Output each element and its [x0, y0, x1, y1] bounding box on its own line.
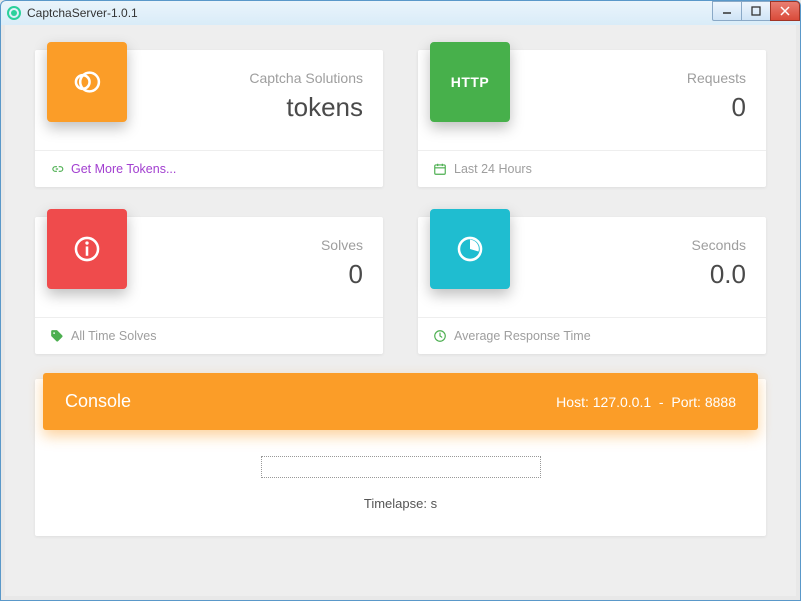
- titlebar[interactable]: CaptchaServer-1.0.1: [1, 1, 800, 25]
- console-panel: Console Host: 127.0.0.1 - Port: 8888 Tim…: [35, 379, 766, 536]
- seconds-footer: Average Response Time: [454, 329, 591, 343]
- window-controls: [713, 1, 800, 21]
- seconds-value: 0.0: [510, 259, 746, 290]
- solves-value: 0: [127, 259, 363, 290]
- solves-label: Solves: [127, 237, 363, 253]
- requests-footer: Last 24 Hours: [454, 162, 532, 176]
- tokens-badge: [47, 42, 127, 122]
- timelapse-row: Timelapse: s: [55, 496, 746, 511]
- requests-value: 0: [510, 92, 746, 123]
- console-header: Console Host: 127.0.0.1 - Port: 8888: [43, 373, 758, 430]
- card-requests: HTTP Requests 0 Last 24 Hours: [418, 50, 766, 187]
- content-inner: Captcha Solutions tokens Get More Tokens…: [5, 25, 796, 596]
- tokens-value: tokens: [127, 92, 363, 123]
- close-button[interactable]: [770, 1, 800, 21]
- requests-label: Requests: [510, 70, 746, 86]
- app-window: CaptchaServer-1.0.1: [0, 0, 801, 601]
- tag-icon: [49, 328, 65, 344]
- card-seconds: Seconds 0.0 Average Response Time: [418, 217, 766, 354]
- minimize-button[interactable]: [712, 1, 742, 21]
- console-body: Timelapse: s: [35, 436, 766, 536]
- close-icon: [780, 6, 790, 16]
- solves-badge: [47, 209, 127, 289]
- console-title: Console: [65, 391, 131, 412]
- timelapse-value: s: [431, 496, 438, 511]
- clock-small-icon: [432, 328, 448, 344]
- tokens-label: Captcha Solutions: [127, 70, 363, 86]
- window-title: CaptchaServer-1.0.1: [27, 6, 138, 20]
- cards-grid: Captcha Solutions tokens Get More Tokens…: [35, 50, 766, 354]
- calendar-icon: [432, 161, 448, 177]
- requests-badge: HTTP: [430, 42, 510, 122]
- seconds-label: Seconds: [510, 237, 746, 253]
- circle-overlap-icon: [70, 65, 104, 99]
- seconds-badge: [430, 209, 510, 289]
- info-icon: [70, 232, 104, 266]
- maximize-button[interactable]: [741, 1, 771, 21]
- minimize-icon: [722, 6, 732, 16]
- console-hostport: Host: 127.0.0.1 - Port: 8888: [556, 394, 736, 410]
- solves-footer: All Time Solves: [71, 329, 156, 343]
- link-icon: [49, 161, 65, 177]
- timelapse-label: Timelapse:: [364, 496, 427, 511]
- app-icon: [7, 6, 21, 20]
- maximize-icon: [751, 6, 761, 16]
- content-scroll[interactable]: Captcha Solutions tokens Get More Tokens…: [5, 25, 796, 596]
- get-more-tokens-link[interactable]: Get More Tokens...: [71, 162, 176, 176]
- http-icon: HTTP: [451, 74, 490, 90]
- console-output[interactable]: [261, 456, 541, 478]
- card-tokens: Captcha Solutions tokens Get More Tokens…: [35, 50, 383, 187]
- clock-icon: [453, 232, 487, 266]
- card-solves: Solves 0 All Time Solves: [35, 217, 383, 354]
